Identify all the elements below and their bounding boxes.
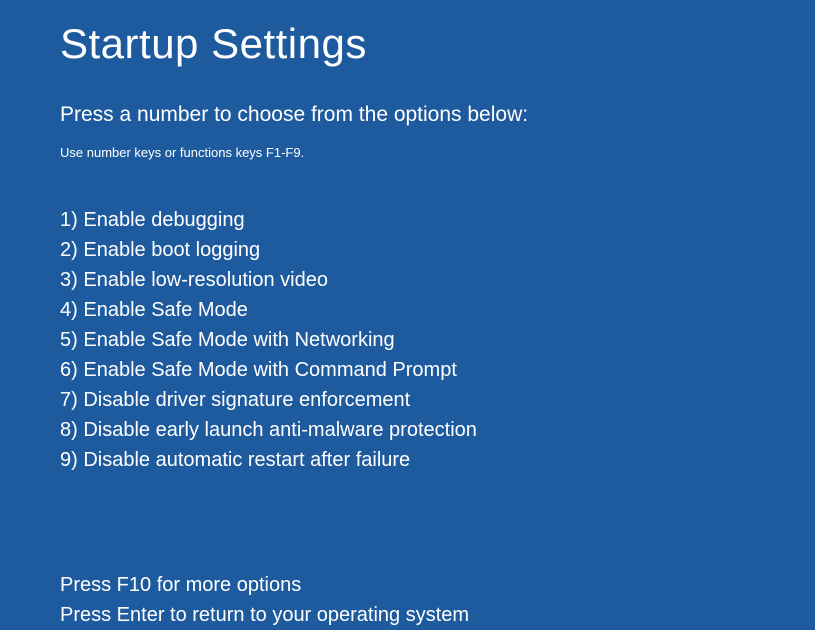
option-number: 3): [60, 269, 78, 291]
more-options-hint: Press F10 for more options: [60, 570, 755, 600]
option-number: 2): [60, 239, 78, 261]
option-enable-low-resolution-video[interactable]: 3) Enable low-resolution video: [60, 265, 755, 295]
option-enable-safe-mode-networking[interactable]: 5) Enable Safe Mode with Networking: [60, 325, 755, 355]
option-enable-safe-mode-command-prompt[interactable]: 6) Enable Safe Mode with Command Prompt: [60, 355, 755, 385]
option-disable-automatic-restart[interactable]: 9) Disable automatic restart after failu…: [60, 445, 755, 475]
option-label: Enable Safe Mode with Command Prompt: [83, 359, 457, 381]
option-number: 8): [60, 419, 78, 441]
option-number: 9): [60, 449, 78, 471]
option-number: 1): [60, 209, 78, 231]
options-list: 1) Enable debugging 2) Enable boot loggi…: [60, 205, 755, 475]
option-label: Disable early launch anti-malware protec…: [83, 419, 477, 441]
subtitle: Press a number to choose from the option…: [60, 103, 755, 127]
option-enable-boot-logging[interactable]: 2) Enable boot logging: [60, 235, 755, 265]
option-label: Disable automatic restart after failure: [83, 449, 410, 471]
option-label: Enable debugging: [83, 209, 244, 231]
return-hint: Press Enter to return to your operating …: [60, 600, 755, 630]
option-label: Enable boot logging: [83, 239, 260, 261]
key-instruction: Use number keys or functions keys F1-F9.: [60, 145, 755, 160]
option-label: Enable Safe Mode with Networking: [83, 329, 394, 351]
option-label: Enable low-resolution video: [83, 269, 328, 291]
option-enable-debugging[interactable]: 1) Enable debugging: [60, 205, 755, 235]
page-title: Startup Settings: [60, 20, 755, 68]
option-label: Enable Safe Mode: [83, 299, 248, 321]
option-disable-driver-signature-enforcement[interactable]: 7) Disable driver signature enforcement: [60, 385, 755, 415]
option-number: 4): [60, 299, 78, 321]
option-label: Disable driver signature enforcement: [83, 389, 410, 411]
option-disable-early-launch-anti-malware[interactable]: 8) Disable early launch anti-malware pro…: [60, 415, 755, 445]
option-number: 5): [60, 329, 78, 351]
option-number: 6): [60, 359, 78, 381]
footer-instructions: Press F10 for more options Press Enter t…: [60, 570, 755, 630]
startup-settings-screen: Startup Settings Press a number to choos…: [0, 0, 815, 630]
option-number: 7): [60, 389, 78, 411]
option-enable-safe-mode[interactable]: 4) Enable Safe Mode: [60, 295, 755, 325]
